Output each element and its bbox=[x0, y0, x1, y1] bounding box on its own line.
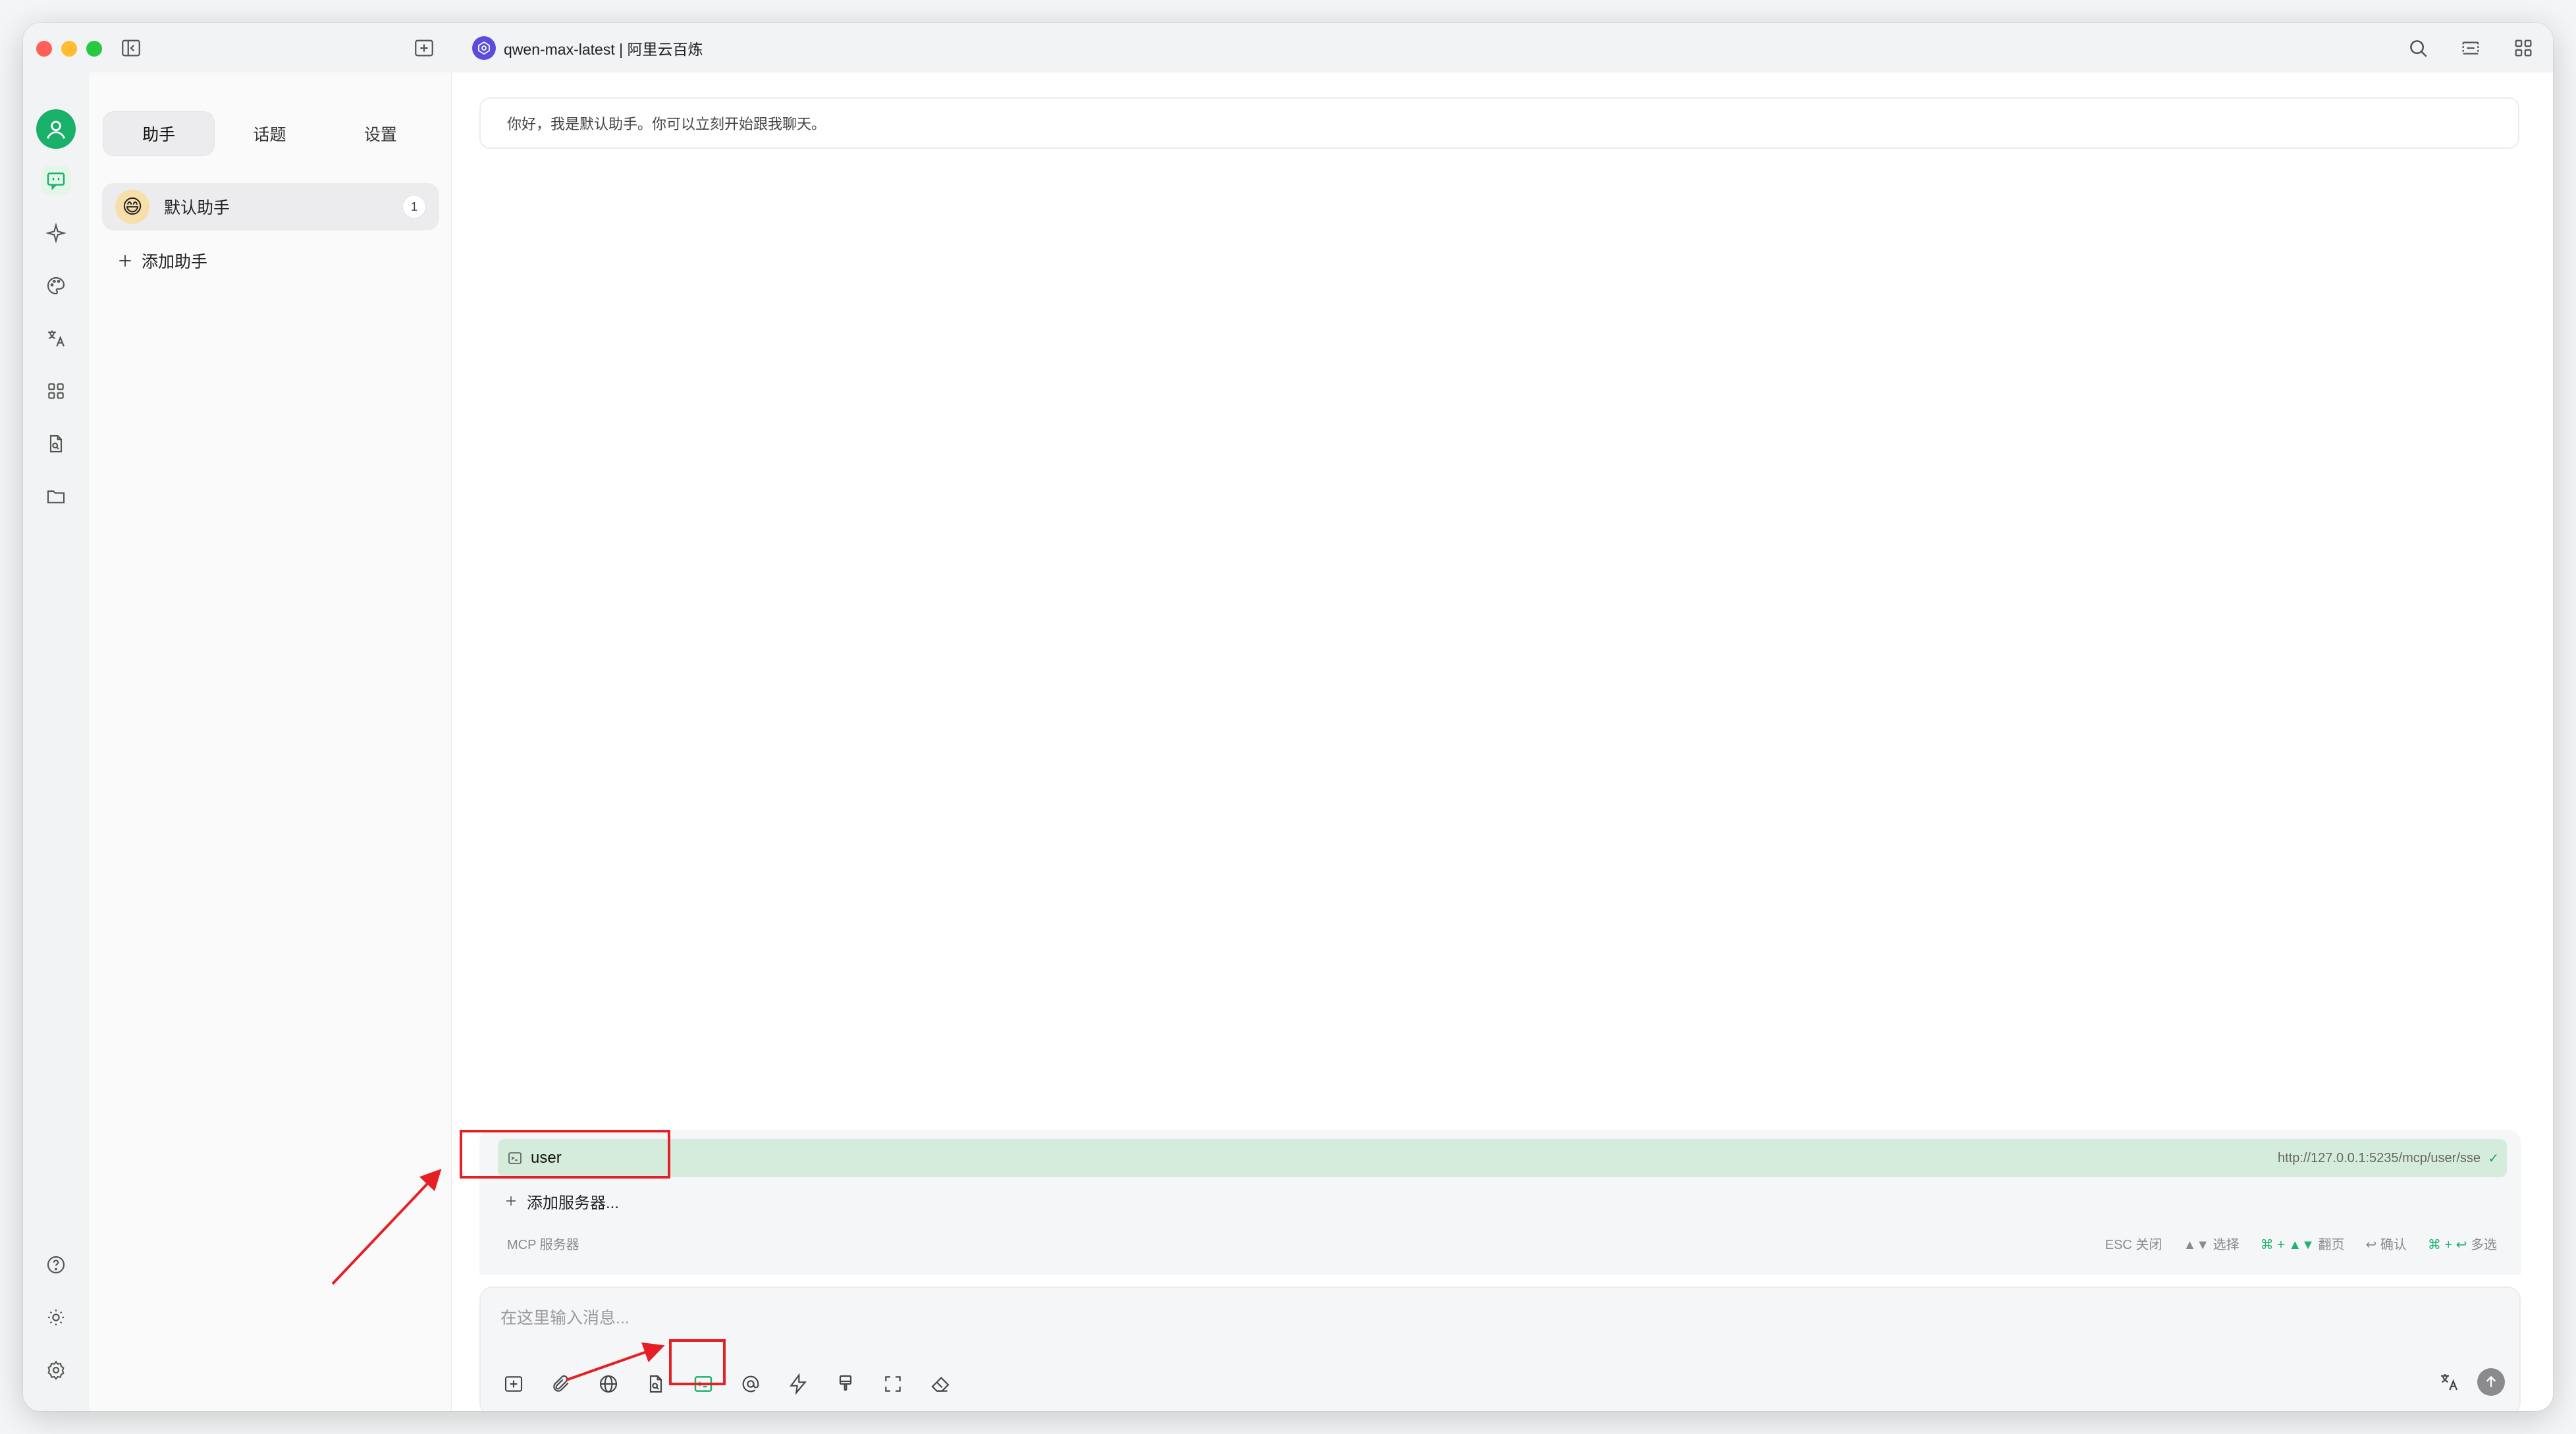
chat-area: 你好，我是默认助手。你可以立刻开始跟我聊天。 user http://127.0… bbox=[452, 72, 2553, 1411]
layout-toggle-icon[interactable] bbox=[2456, 34, 2485, 63]
plus-icon bbox=[119, 255, 131, 267]
web-search-button[interactable] bbox=[590, 1366, 627, 1402]
clear-context-button[interactable] bbox=[827, 1366, 864, 1402]
translate-icon[interactable] bbox=[41, 324, 70, 353]
model-title: qwen-max-latest | 阿里云百炼 bbox=[504, 41, 703, 58]
add-server-button[interactable]: 添加服务器... bbox=[503, 1188, 619, 1214]
mcp-popup-footer: MCP 服务器 ESC 关闭 ▲▼ 选择 ⌘ + ▲▼ 翻页 ↩ 确认 ⌘ + … bbox=[507, 1230, 2497, 1256]
add-assistant-button[interactable]: 添加助手 bbox=[117, 248, 207, 274]
model-provider-icon bbox=[472, 36, 496, 60]
assistant-emoji: 😄 bbox=[115, 190, 149, 224]
close-window-button[interactable] bbox=[36, 41, 52, 57]
palette-icon[interactable] bbox=[41, 271, 70, 300]
hint-page-text: 翻页 bbox=[2318, 1237, 2345, 1252]
hint-page: ⌘ + ▲▼ 翻页 bbox=[2261, 1234, 2345, 1253]
hint-multi-text: 多选 bbox=[2471, 1237, 2497, 1252]
lightning-icon bbox=[790, 1373, 807, 1394]
expand-icon bbox=[885, 1376, 901, 1392]
hint-confirm: ↩ 确认 bbox=[2365, 1237, 2407, 1252]
topic-count-badge: 1 bbox=[402, 195, 426, 219]
mcp-section-label: MCP 服务器 bbox=[507, 1237, 579, 1252]
add-server-label: 添加服务器... bbox=[527, 1194, 620, 1212]
eraser-icon bbox=[931, 1377, 950, 1392]
send-button[interactable] bbox=[2477, 1368, 2505, 1396]
theme-sun-icon[interactable] bbox=[41, 1303, 70, 1332]
assistant-item-default[interactable]: 😄 默认助手 1 bbox=[102, 183, 439, 230]
translate-icon bbox=[2441, 1374, 2457, 1391]
input-toolbar bbox=[495, 1366, 959, 1402]
translate-input-button[interactable] bbox=[2432, 1366, 2465, 1398]
hint-select: ▲▼ 选择 bbox=[2183, 1237, 2240, 1252]
new-topic-icon bbox=[504, 1376, 523, 1392]
add-assistant-label: 添加助手 bbox=[142, 253, 208, 271]
attach-button[interactable] bbox=[543, 1366, 579, 1402]
app-window: qwen-max-latest | 阿里云百炼 助手 话题 设置 😄 默认助手 … bbox=[23, 23, 2553, 1411]
settings-gear-icon[interactable] bbox=[41, 1356, 70, 1385]
mcp-server-url: http://127.0.0.1:5235/mcp/user/sse bbox=[2278, 1150, 2481, 1165]
at-sign-icon bbox=[742, 1375, 759, 1393]
new-topic-button[interactable] bbox=[495, 1366, 532, 1402]
apps-grid-icon[interactable] bbox=[2509, 34, 2538, 63]
tab-topics[interactable]: 话题 bbox=[214, 112, 325, 155]
nav-rail bbox=[23, 72, 89, 1411]
keyboard-hints: ESC 关闭 ▲▼ 选择 ⌘ + ▲▼ 翻页 ↩ 确认 ⌘ + ↩ 多选 bbox=[2105, 1234, 2497, 1253]
plus-icon bbox=[506, 1196, 516, 1206]
file-search-icon bbox=[649, 1375, 662, 1393]
tab-assistants[interactable]: 助手 bbox=[103, 112, 215, 155]
annotation-box-mcp-server bbox=[460, 1130, 670, 1179]
knowledge-file-search-icon[interactable] bbox=[41, 429, 70, 458]
hint-multi: ⌘ + ↩ 多选 bbox=[2428, 1234, 2497, 1253]
message-input-placeholder[interactable]: 在这里输入消息... bbox=[500, 1305, 630, 1329]
chat-icon[interactable] bbox=[41, 166, 70, 195]
toggle-sidebar-icon[interactable] bbox=[117, 34, 146, 63]
mcp-server-popup: user http://127.0.0.1:5235/mcp/user/sse … bbox=[479, 1130, 2521, 1275]
hint-page-key: ⌘ + ▲▼ bbox=[2260, 1237, 2315, 1252]
model-selector[interactable]: qwen-max-latest | 阿里云百炼 bbox=[472, 36, 703, 61]
mcp-server-item-user[interactable]: user http://127.0.0.1:5235/mcp/user/sse … bbox=[498, 1139, 2507, 1177]
selected-check-icon: ✓ bbox=[2488, 1151, 2499, 1166]
assistants-panel: 助手 话题 设置 😄 默认助手 1 添加助手 bbox=[89, 72, 452, 1411]
globe-icon bbox=[599, 1375, 618, 1393]
message-input-box[interactable]: 在这里输入消息... bbox=[479, 1287, 2521, 1411]
hint-close: ESC 关闭 bbox=[2105, 1237, 2162, 1252]
folder-icon[interactable] bbox=[41, 482, 70, 511]
panel-tabs: 助手 话题 设置 bbox=[103, 112, 436, 155]
agents-sparkle-icon[interactable] bbox=[41, 219, 70, 248]
search-icon[interactable] bbox=[2403, 34, 2432, 63]
annotation-box-mcp-button bbox=[669, 1339, 726, 1385]
paintbrush-icon bbox=[839, 1375, 852, 1391]
help-icon[interactable] bbox=[41, 1250, 70, 1279]
mention-model-button[interactable] bbox=[732, 1366, 769, 1402]
paperclip-icon bbox=[553, 1375, 569, 1392]
minapps-grid-icon[interactable] bbox=[41, 377, 70, 406]
input-right-tools bbox=[2432, 1366, 2505, 1398]
assistant-greeting-message: 你好，我是默认助手。你可以立刻开始跟我聊天。 bbox=[479, 97, 2519, 149]
hint-multi-key: ⌘ + ↩ bbox=[2427, 1237, 2467, 1252]
arrow-up-icon bbox=[2486, 1375, 2496, 1387]
expand-button[interactable] bbox=[874, 1366, 911, 1402]
clear-messages-button[interactable] bbox=[922, 1366, 959, 1402]
assistant-name: 默认助手 bbox=[164, 199, 230, 217]
zoom-window-button[interactable] bbox=[86, 41, 102, 57]
titlebar: qwen-max-latest | 阿里云百炼 bbox=[23, 23, 2553, 73]
quick-phrases-button[interactable] bbox=[780, 1366, 817, 1402]
minimize-window-button[interactable] bbox=[61, 41, 77, 57]
tab-settings[interactable]: 设置 bbox=[325, 112, 436, 155]
user-avatar[interactable] bbox=[36, 109, 76, 149]
new-topic-icon[interactable] bbox=[410, 34, 439, 63]
